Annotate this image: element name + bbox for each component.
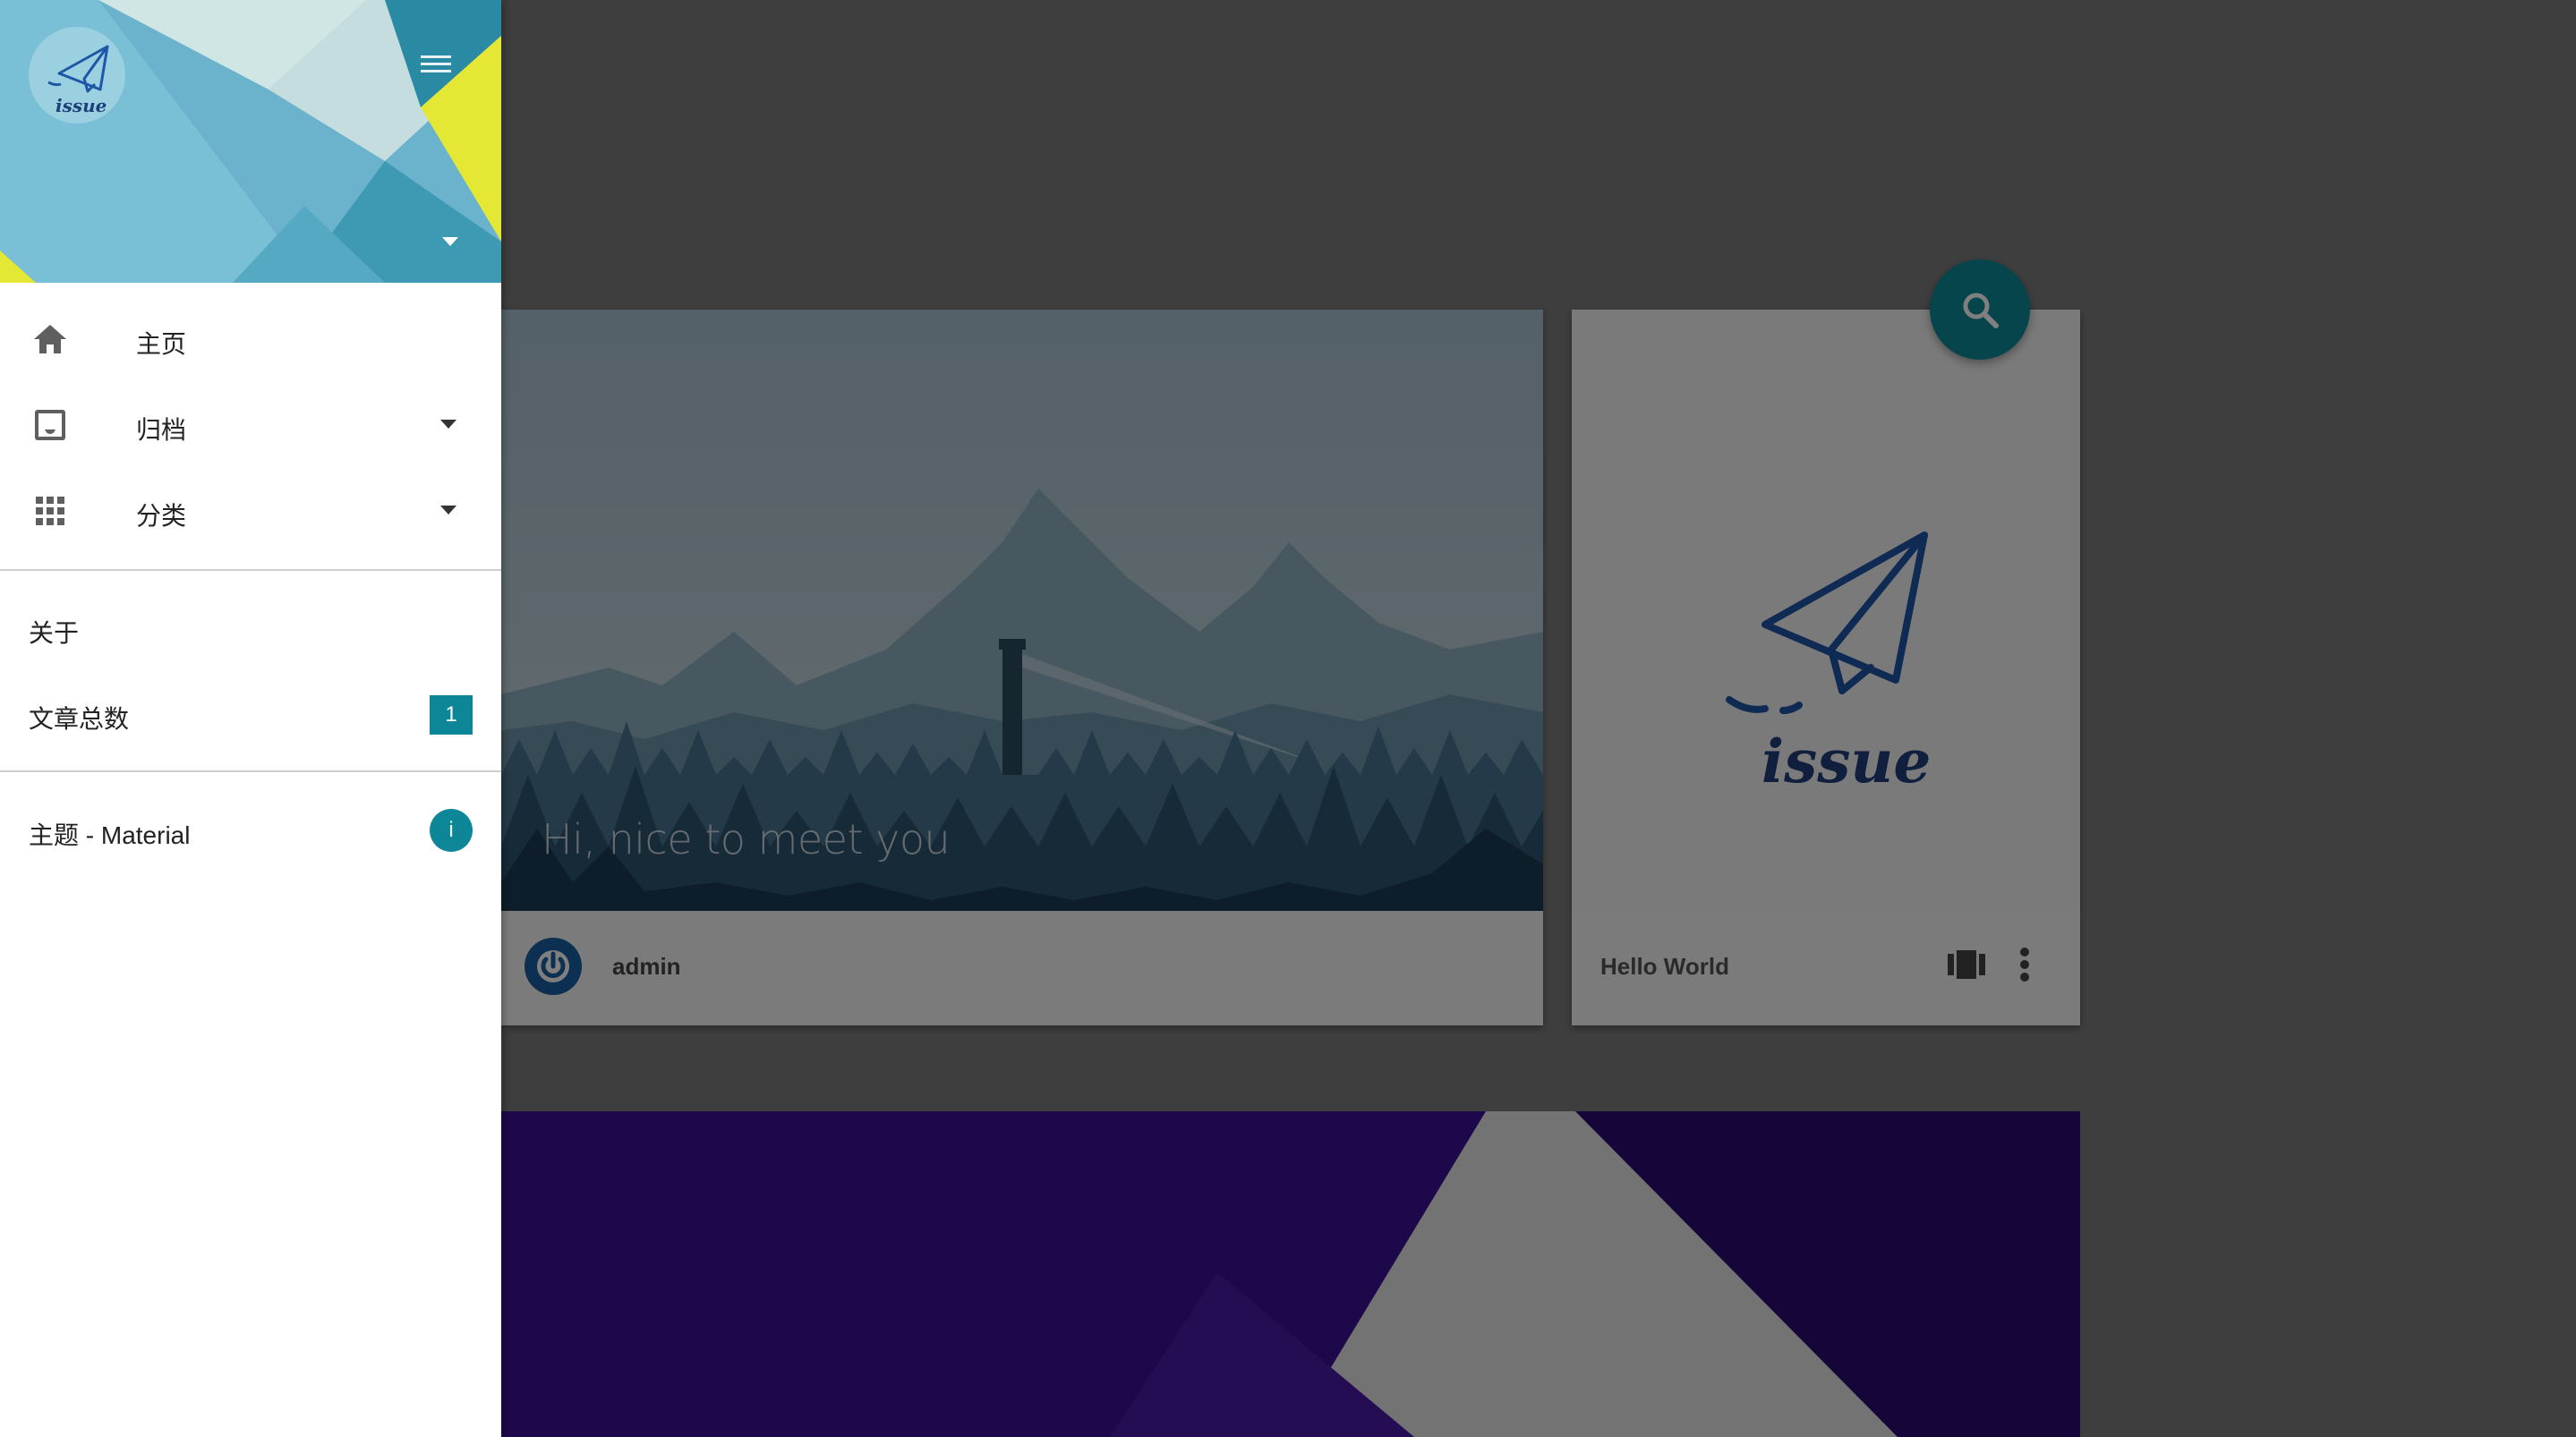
drawer-header: issue <box>0 0 501 283</box>
article-count-label: 文章总数 <box>29 705 130 733</box>
article-count-item: 文章总数 1 <box>0 671 501 757</box>
apps-grid-icon <box>36 497 64 525</box>
nav-item-home[interactable]: 主页 <box>0 296 501 382</box>
article-count-badge: 1 <box>430 695 473 735</box>
theme-item[interactable]: 主题 - Material i <box>0 787 501 873</box>
nav-item-label: 主页 <box>136 330 187 358</box>
nav-item-label: 分类 <box>136 502 187 530</box>
menu-icon[interactable] <box>421 54 451 75</box>
nav-item-archive[interactable]: 归档 <box>0 382 501 468</box>
home-icon <box>34 325 66 353</box>
info-badge[interactable]: i <box>430 809 473 852</box>
drawer-divider <box>0 770 501 772</box>
chevron-down-icon[interactable] <box>440 420 456 430</box>
logo-text: issue <box>55 95 107 116</box>
nav-item-label: 归档 <box>136 416 187 444</box>
inbox-icon <box>35 410 65 440</box>
about-label: 关于 <box>29 619 80 647</box>
site-logo[interactable]: issue <box>29 27 125 123</box>
about-item[interactable]: 关于 <box>0 585 501 671</box>
drawer-divider <box>0 569 501 571</box>
nav-item-categories[interactable]: 分类 <box>0 468 501 554</box>
navigation-drawer: issue 主页 归档 分类 关于 文章总数 1 主题 - Material i <box>0 0 501 1437</box>
chevron-down-icon[interactable] <box>442 237 458 248</box>
theme-label: 主题 - Material <box>29 821 191 849</box>
chevron-down-icon[interactable] <box>440 506 456 516</box>
paper-plane-icon: issue <box>47 45 109 116</box>
